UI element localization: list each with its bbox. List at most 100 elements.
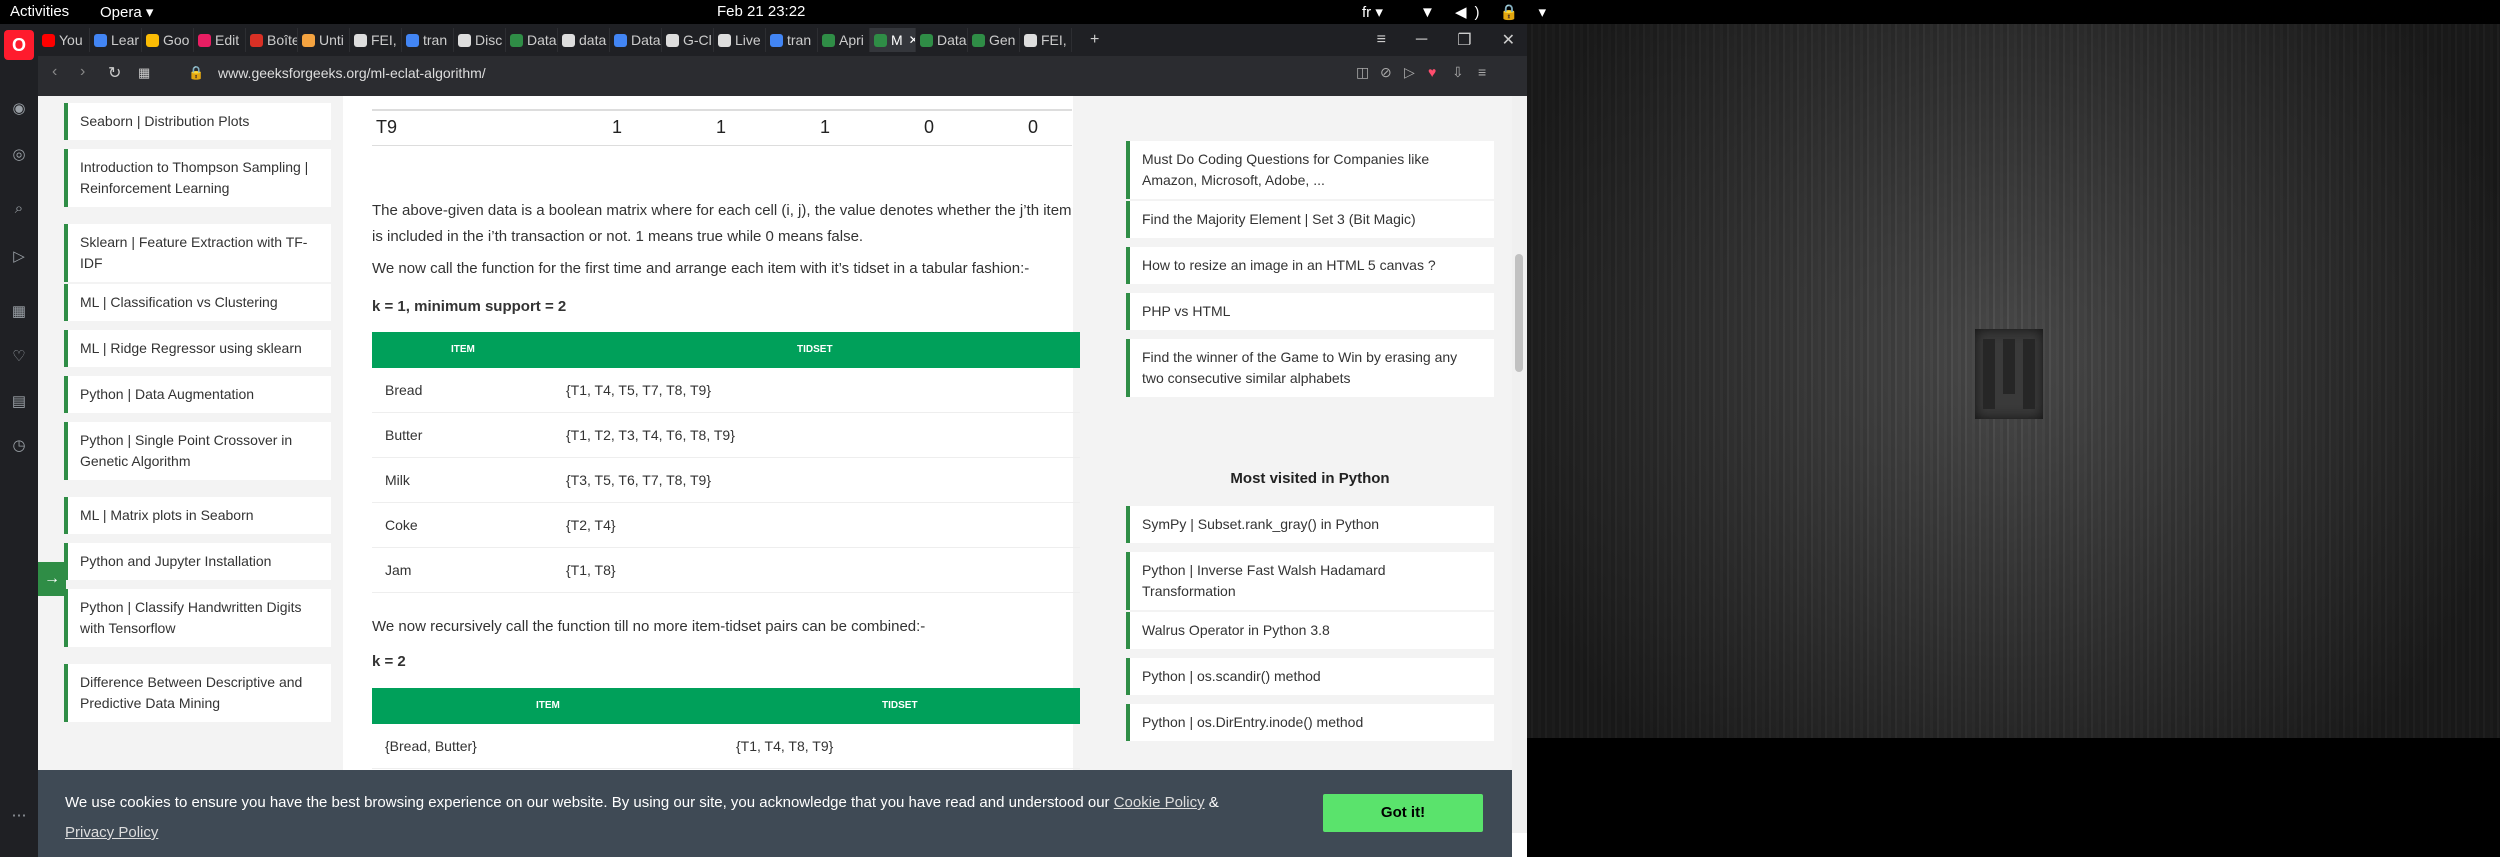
tidset-cell: {T3, T5, T6, T7, T8, T9} [566, 472, 712, 488]
browser-tab[interactable]: Data [610, 28, 662, 52]
url-field[interactable]: www.geeksforgeeks.org/ml-eclat-algorithm… [218, 65, 486, 81]
browser-tab[interactable]: Unti [298, 28, 350, 52]
tab-label: You [59, 32, 83, 48]
related-link[interactable]: Must Do Coding Questions for Companies l… [1126, 141, 1494, 199]
back-icon[interactable]: ‹ [52, 63, 57, 81]
browser-tab[interactable]: M✕ [870, 28, 916, 52]
heart-icon[interactable]: ♡ [9, 347, 29, 367]
system-tray[interactable]: ▼ ◀) 🔒 ▾ [1420, 3, 1554, 21]
clock[interactable]: Feb 21 23:22 [717, 3, 805, 20]
browser-tab[interactable]: Edit [194, 28, 246, 52]
related-link[interactable]: PHP vs HTML [1126, 293, 1494, 330]
cookie-banner: We use cookies to ensure you have the be… [38, 770, 1512, 857]
search-icon[interactable]: ⌕ [9, 200, 29, 220]
opera-logo-icon[interactable]: O [4, 30, 34, 60]
flow-icon[interactable]: ▷ [1404, 64, 1415, 81]
sidebar-link[interactable]: ML | Matrix plots in Seaborn [64, 497, 331, 534]
browser-tab[interactable]: tran [766, 28, 818, 52]
browser-tab[interactable]: FEI, [1020, 28, 1072, 52]
easy-setup-icon[interactable]: ≡ [1478, 64, 1486, 80]
python-link[interactable]: Python | Inverse Fast Walsh Hadamard Tra… [1126, 552, 1494, 610]
table-header: ITEM TIDSET [372, 688, 1080, 724]
sidebar-link[interactable]: Python and Jupyter Installation [64, 543, 331, 580]
system-top-bar: Activities Opera ▾ Feb 21 23:22 fr ▾ ▼ ◀… [0, 0, 2500, 24]
close-tab-icon[interactable]: ✕ [909, 33, 915, 47]
whatsapp-icon[interactable]: ◎ [9, 145, 29, 165]
cookie-message: We use cookies to ensure you have the be… [65, 788, 1285, 848]
cookie-policy-link[interactable]: Cookie Policy [1114, 794, 1205, 811]
tab-favicon-icon [920, 33, 933, 47]
item-cell: {Bread, Butter} [385, 738, 477, 754]
browser-tab[interactable]: Apri [818, 28, 870, 52]
web-page: → Seaborn | Distribution Plots Introducti… [38, 96, 1512, 833]
tab-label: Unti [319, 32, 344, 48]
paragraph: We now recursively call the function til… [372, 618, 926, 635]
related-link[interactable]: Find the winner of the Game to Win by er… [1126, 339, 1494, 397]
sidebar-link[interactable]: ML | Ridge Regressor using sklearn [64, 330, 331, 367]
browser-tab[interactable]: tran [402, 28, 454, 52]
python-link[interactable]: SymPy | Subset.rank_gray() in Python [1126, 506, 1494, 543]
activities-button[interactable]: Activities [10, 3, 69, 20]
tab-label: Data [527, 32, 557, 48]
tabs-grid-icon[interactable]: ▦ [138, 65, 150, 81]
tab-favicon-icon [146, 33, 159, 47]
arrow-right-icon[interactable]: → [38, 562, 66, 596]
close-window-icon[interactable]: ✕ [1502, 30, 1515, 50]
python-link[interactable]: Walrus Operator in Python 3.8 [1126, 612, 1494, 649]
sidebar-link[interactable]: ML | Classification vs Clustering [64, 284, 331, 321]
messenger-icon[interactable]: ◉ [9, 99, 29, 119]
browser-tab[interactable]: Disc [454, 28, 506, 52]
browser-tab[interactable]: You [38, 28, 90, 52]
new-tab-icon[interactable]: + [1090, 31, 1099, 49]
reload-icon[interactable]: ↻ [108, 63, 121, 83]
table-cell-value: 1 [715, 117, 726, 137]
sidebar-link[interactable]: Seaborn | Distribution Plots [64, 103, 331, 140]
privacy-policy-link[interactable]: Privacy Policy [65, 824, 158, 841]
python-link[interactable]: Python | os.scandir() method [1126, 658, 1494, 695]
browser-tab[interactable]: Live [714, 28, 766, 52]
adblock-icon[interactable]: ⊘ [1380, 64, 1392, 81]
python-link[interactable]: Python | os.DirEntry.inode() method [1126, 704, 1494, 741]
history-icon[interactable]: ◷ [9, 436, 29, 456]
browser-tab[interactable]: data [558, 28, 610, 52]
more-icon[interactable]: ⋯ [9, 806, 29, 826]
browser-tab[interactable]: Boîte [246, 28, 298, 52]
accept-cookies-button[interactable]: Got it! [1323, 794, 1483, 832]
browser-tab[interactable]: Lear [90, 28, 142, 52]
table-cell-value: 1 [730, 96, 830, 101]
opera-sidebar: O ◉ ◎ ⌕ ▷ ▦ ♡ ▤ ◷ ⋯ [0, 24, 38, 857]
browser-tab[interactable]: Data [916, 28, 968, 52]
sidebar-link[interactable]: Sklearn | Feature Extraction with TF-IDF [64, 224, 331, 282]
table-cell-tid: T8 [376, 96, 397, 101]
browser-tab[interactable]: Gen [968, 28, 1020, 52]
browser-tab[interactable]: FEI, [350, 28, 402, 52]
scrollbar-thumb[interactable] [1515, 254, 1523, 372]
send-icon[interactable]: ▷ [9, 247, 29, 267]
browser-tab[interactable]: Goo [142, 28, 194, 52]
tab-label: tran [423, 32, 448, 48]
sidebar-link[interactable]: Python | Classify Handwritten Digits wit… [64, 589, 331, 647]
lock-icon[interactable]: 🔒 [188, 65, 204, 81]
sidebar-link[interactable]: Python | Data Augmentation [64, 376, 331, 413]
camera-icon[interactable]: ◫ [1356, 64, 1369, 81]
bookmark-heart-icon[interactable]: ♥ [1428, 64, 1436, 80]
minimize-icon[interactable]: ─ [1416, 31, 1427, 49]
table-cell-value: 1 [522, 96, 622, 101]
keyboard-layout[interactable]: fr ▾ [1362, 3, 1383, 21]
speed-dial-icon[interactable]: ▦ [9, 302, 29, 322]
browser-tab[interactable]: Data [506, 28, 558, 52]
related-link[interactable]: How to resize an image in an HTML 5 canv… [1126, 247, 1494, 284]
sidebar-link[interactable]: Python | Single Point Crossover in Genet… [64, 422, 331, 480]
sidebar-link[interactable]: Difference Between Descriptive and Predi… [64, 664, 331, 722]
news-icon[interactable]: ▤ [9, 392, 29, 412]
tab-label: Lear [111, 32, 140, 48]
tab-menu-icon[interactable]: ≡ [1377, 31, 1386, 49]
download-icon[interactable]: ⇩ [1452, 64, 1464, 81]
maximize-icon[interactable]: ❐ [1457, 30, 1471, 50]
sidebar-link[interactable]: Introduction to Thompson Sampling | Rein… [64, 149, 331, 207]
related-link[interactable]: Find the Majority Element | Set 3 (Bit M… [1126, 201, 1494, 238]
browser-tab[interactable]: G-Cl [662, 28, 714, 52]
app-menu[interactable]: Opera ▾ [100, 3, 153, 21]
page-scrollbar[interactable] [1512, 96, 1527, 833]
forward-icon[interactable]: › [80, 63, 85, 81]
